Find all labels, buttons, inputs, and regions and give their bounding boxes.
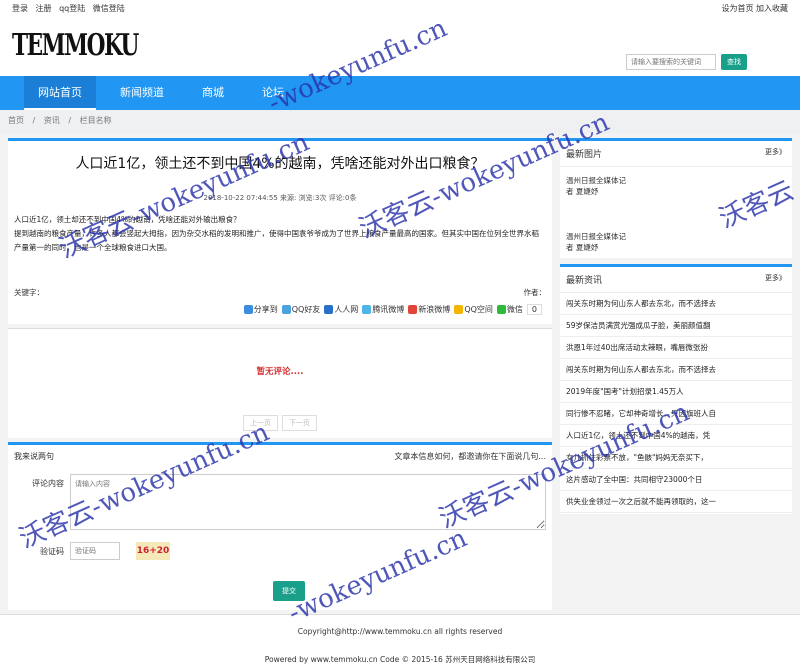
latest-pictures-title: 最新图片 — [566, 150, 603, 160]
register-link[interactable]: 注册 — [36, 4, 52, 13]
comment-form-panel: 我来说两句 文章本信息如何，都邀请你在下面说几句... 评论内容 验证码 16+… — [8, 442, 552, 610]
wechat-icon — [496, 305, 506, 314]
picture-caption: 者 夏婕妤 — [566, 187, 599, 196]
share-qzone-text: QQ空间 — [464, 305, 493, 314]
renren-icon — [324, 305, 334, 314]
latest-news-header: 最新资讯 更多》 — [560, 267, 792, 293]
breadcrumb-news[interactable]: 资讯 — [44, 116, 60, 125]
latest-pictures-more-link[interactable]: 更多》 — [765, 147, 786, 160]
share-wechat-text: 微信 — [506, 305, 523, 314]
news-item[interactable]: 供失业金领过一次之后就不能再领取的，这一 — [560, 491, 792, 513]
breadcrumb: 首页 / 资讯 / 栏目名称 — [0, 110, 800, 134]
comment-form-notice: 文章本信息如何，都邀请你在下面说几句... — [394, 452, 546, 461]
comment-content-field[interactable] — [70, 474, 546, 530]
comment-form-header: 我来说两句 文章本信息如何，都邀请你在下面说几句... — [8, 445, 552, 468]
wechat-login-link[interactable]: 微信登陆 — [93, 4, 125, 13]
captcha-label: 验证码 — [40, 547, 64, 556]
nav-item-forum[interactable]: 论坛 — [248, 76, 298, 110]
share-count: 0 — [526, 304, 542, 315]
article-paragraph: 提到越南的粮食产量，许多人都会竖起大拇指，因为杂交水稻的发明和推广，使得中国袁爷… — [14, 229, 539, 252]
breadcrumb-home[interactable]: 首页 — [8, 116, 24, 125]
share-renren[interactable]: 人人网 — [324, 304, 358, 315]
breadcrumb-separator: / — [32, 116, 36, 125]
latest-news-more-link[interactable]: 更多》 — [765, 273, 786, 286]
latest-news-panel: 最新资讯 更多》 闯关东时期为何山东人都去东北，而不选择去 59岁保洁员满赏光强… — [560, 264, 792, 514]
picture-caption: 者 夏婕妤 — [566, 243, 599, 252]
share-bar: 分享到 QQ好友 人人网 腾讯微博 新浪微博 QQ空间 微信 0 — [8, 304, 552, 315]
footer-powered-by: Powered by www.temmoku.cn Code © 2015-16… — [264, 655, 536, 664]
captcha-image[interactable]: 16+20 — [136, 542, 170, 560]
article-body: 人口近1亿，领土却还不到中国4%的越南，凭啥还能对外输出粮食？ 提到越南的粮食产… — [8, 213, 552, 255]
latest-pictures-panel: 最新图片 更多》 温州日报全媒体记 者 夏婕妤 温州日报全媒体记 者 夏婕妤 — [560, 138, 792, 258]
news-item[interactable]: 人口近1亿，领土还不到中国4%的越南，凭 — [560, 425, 792, 447]
share-qq-friends[interactable]: QQ好友 — [281, 304, 321, 315]
news-item[interactable]: 女儿抓住彩票不放，"鱼骸"妈妈无奈买下， — [560, 447, 792, 469]
footer-copyright: Copyright@http://www.temmoku.cn all righ… — [297, 627, 503, 636]
share-label-text: 分享到 — [253, 305, 278, 314]
share-wechat[interactable]: 微信 — [496, 304, 523, 315]
latest-pictures-header: 最新图片 更多》 — [560, 141, 792, 167]
article-panel: 人口近1亿，领土还不到中国4%的越南，凭啥还能对外出口粮食？ 2018-10-2… — [8, 138, 552, 324]
submit-comment-button[interactable]: 提交 — [273, 581, 305, 601]
share-sina-weibo[interactable]: 新浪微博 — [408, 304, 450, 315]
captcha-row: 验证码 16+20 — [8, 542, 552, 560]
picture-item[interactable]: 温州日报全媒体记 者 夏婕妤 — [560, 175, 792, 197]
account-links: 登录 注册 qq登陆 微信登陆 — [12, 3, 130, 14]
nav-item-shop[interactable]: 商城 — [188, 76, 238, 110]
qq-login-link[interactable]: qq登陆 — [59, 4, 85, 13]
qzone-icon — [454, 305, 464, 314]
captcha-input[interactable] — [70, 542, 120, 560]
latest-news-title: 最新资讯 — [566, 276, 603, 286]
comment-form-title: 我来说两句 — [14, 452, 54, 461]
article-meta: 2018-10-22 07:44:55 来源: 浏览:3次 评论:0条 — [203, 194, 357, 202]
share-qzone[interactable]: QQ空间 — [454, 304, 493, 315]
news-item[interactable]: 2019年度"国考"计划招录1.45万人 — [560, 381, 792, 403]
author-label: 作者： — [523, 288, 547, 297]
share-tencent-weibo-text: 腾讯微博 — [372, 305, 405, 314]
breadcrumb-column[interactable]: 栏目名称 — [80, 116, 112, 125]
sina-weibo-icon — [408, 305, 418, 314]
picture-caption: 温州日报全媒体记 — [566, 176, 626, 185]
news-item[interactable]: 闯关东时期为何山东人都去东北，而不选择去 — [560, 359, 792, 381]
site-header: TEMMOKU 查找 — [0, 16, 800, 76]
nav-item-home[interactable]: 网站首页 — [24, 76, 96, 110]
news-item[interactable]: 这片感动了全中国：共同相守23000个日 — [560, 469, 792, 491]
share-tencent-weibo[interactable]: 腾讯微博 — [362, 304, 404, 315]
news-item[interactable]: 闯关东时期为何山东人都去东北，而不选择去 — [560, 293, 792, 315]
nav-item-news[interactable]: 新闻频道 — [106, 76, 178, 110]
share-renren-text: 人人网 — [334, 305, 359, 314]
comment-content-label: 评论内容 — [32, 479, 64, 488]
share-label[interactable]: 分享到 — [243, 304, 278, 315]
article-title: 人口近1亿，领土还不到中国4%的越南，凭啥还能对外出口粮食？ — [75, 156, 485, 172]
keywords-label: 关键字： — [14, 288, 44, 297]
search-button[interactable]: 查找 — [721, 54, 747, 70]
share-sina-weibo-text: 新浪微博 — [418, 305, 451, 314]
news-item[interactable]: 洪恩1年过40出席活动太辣眼，嘴唇微张扮 — [560, 337, 792, 359]
picture-caption: 温州日报全媒体记 — [566, 232, 626, 241]
news-item[interactable]: 同行惨不忍睹，它却神奇增长，只因旗班人自 — [560, 403, 792, 425]
site-footer: Copyright@http://www.temmoku.cn all righ… — [0, 614, 800, 671]
comments-panel: 暂无评论.... 上一页 下一页 — [8, 328, 552, 438]
comment-content-row: 评论内容 — [8, 474, 552, 530]
picture-item[interactable]: 温州日报全媒体记 者 夏婕妤 — [560, 231, 792, 253]
tencent-weibo-icon — [362, 305, 372, 314]
search-input[interactable] — [626, 54, 716, 70]
comments-pager: 上一页 下一页 — [8, 415, 552, 431]
prev-page-button[interactable]: 上一页 — [243, 415, 278, 431]
qq-icon — [281, 305, 291, 314]
share-qq-friends-text: QQ好友 — [291, 305, 321, 314]
article-paragraph: 人口近1亿，领土却还不到中国4%的越南，凭啥还能对外输出粮食？ — [14, 215, 241, 224]
site-logo[interactable]: TEMMOKU — [12, 28, 139, 63]
share-icon — [243, 305, 253, 314]
login-link[interactable]: 登录 — [12, 4, 28, 13]
news-item[interactable]: 59岁保洁员满赏光强成瓜子脸，美丽颜值翻 — [560, 315, 792, 337]
no-comments-text: 暂无评论.... — [256, 367, 304, 377]
breadcrumb-separator: / — [68, 116, 72, 125]
next-page-button[interactable]: 下一页 — [282, 415, 317, 431]
keywords-row: 关键字： 作者： — [8, 287, 552, 298]
main-area: 人口近1亿，领土还不到中国4%的越南，凭啥还能对外出口粮食？ 2018-10-2… — [0, 134, 800, 614]
top-bar: 登录 注册 qq登陆 微信登陆 设为首页 加入收藏 — [0, 0, 800, 16]
homepage-favorite-links[interactable]: 设为首页 加入收藏 — [721, 3, 788, 14]
main-nav: 网站首页 新闻频道 商城 论坛 — [0, 76, 800, 110]
